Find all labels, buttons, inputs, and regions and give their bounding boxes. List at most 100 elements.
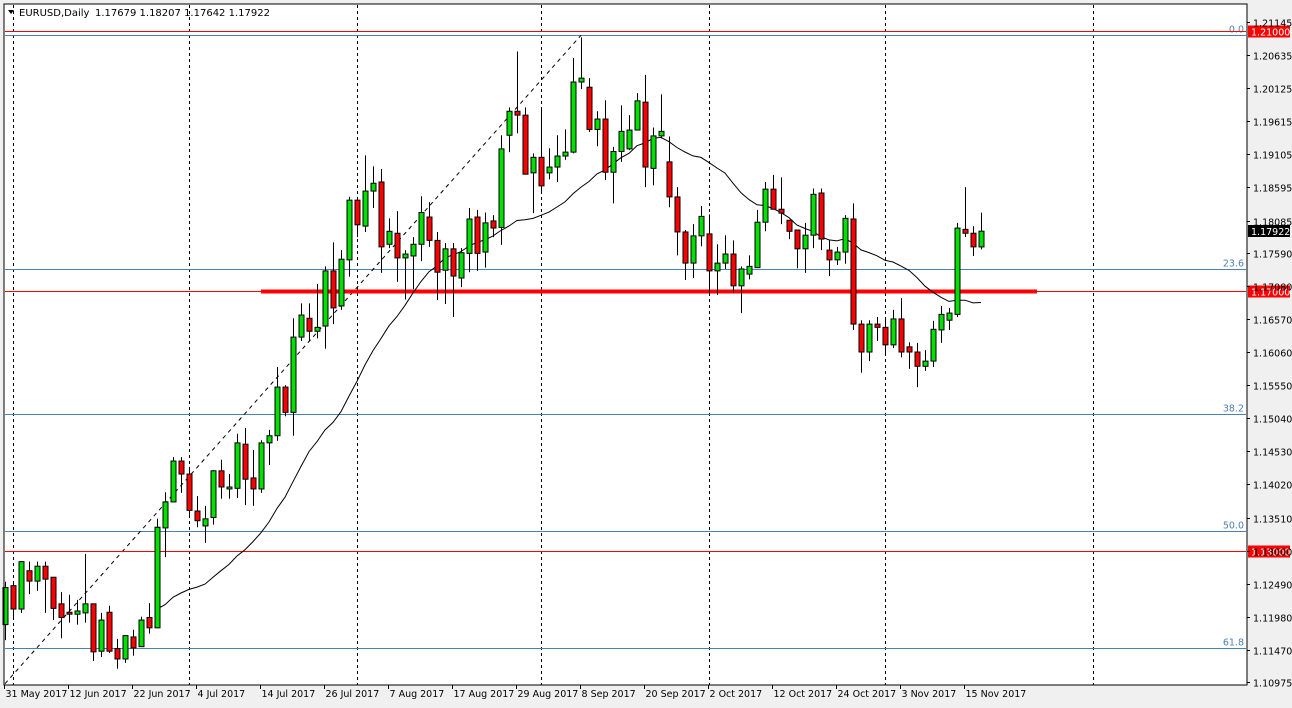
candle-body-bullish [338,258,345,307]
y-tick-label: 1.17080 [1253,283,1292,294]
candle-body-bullish [554,155,561,168]
candle-body-bullish [458,252,465,279]
candle[interactable] [170,457,177,503]
price-chart[interactable]: 0.023.638.250.061.8 1.210001.170001.1300… [0,0,1292,708]
candle-body-bearish [882,326,889,346]
candle[interactable] [522,107,529,175]
x-tick-label: 3 Nov 2017 [902,689,957,700]
candle-body-bearish [10,585,17,610]
candle-body-bullish [594,118,601,130]
x-tick-label: 14 Jul 2017 [262,689,316,700]
candle[interactable] [258,440,265,493]
candle-body-bullish [738,268,745,287]
candle-body-bullish [82,603,89,614]
candle[interactable] [106,605,113,654]
candle-body-bullish [346,199,353,261]
candle-body-bullish [506,110,513,136]
y-tick-label: 1.10975 [1253,679,1292,690]
candle-body-bullish [274,386,281,437]
candle-body-bearish [306,317,313,332]
y-tick-label: 1.21145 [1253,19,1292,30]
candle[interactable] [18,560,25,613]
plot-area[interactable] [4,4,1247,685]
candle-body-bullish [234,442,241,489]
candle-body-bullish [618,130,625,152]
candle-body-bearish [90,603,97,653]
y-tick-label: 1.15550 [1253,382,1292,393]
candle-body-bullish [722,253,729,264]
candle-body-bullish [954,227,961,315]
candle-body-bullish [698,215,705,237]
y-tick-label: 1.14530 [1253,448,1292,459]
candle-body-bullish [466,218,473,254]
candle[interactable] [210,470,217,525]
candle-body-bearish [242,443,249,480]
candle-body-bullish [266,435,273,444]
fib-level-label: 61.8 [1223,638,1244,649]
candle-body-bearish [586,86,593,130]
candle-body-bearish [906,346,913,353]
candle-body-bullish [810,193,817,236]
candle-body-bearish [194,510,201,522]
candle-body-bullish [890,318,897,346]
candle-body-bullish [802,234,809,250]
candle-body-bearish [778,208,785,214]
fib-level-label: 23.6 [1223,259,1244,270]
candle-body-bearish [178,460,185,475]
candle-body-bullish [930,328,937,362]
y-tick-label: 1.15040 [1253,415,1292,426]
candle-body-bullish [258,442,265,490]
candle-body-bearish [970,232,977,248]
y-tick-label: 1.19615 [1253,118,1292,129]
y-tick-label: 1.18595 [1253,184,1292,195]
candle[interactable] [122,635,129,663]
x-tick-label: 20 Sep 2017 [646,689,706,700]
candle[interactable] [282,385,289,417]
candle[interactable] [186,466,193,515]
candle-body-bearish [874,323,881,328]
y-tick-label: 1.20635 [1253,52,1292,63]
x-tick-label: 26 Jul 2017 [326,689,380,700]
candle-body-bearish [770,188,777,210]
candle-body-bearish [426,216,433,241]
candle-body-bullish [746,265,753,275]
candle-body-bullish [34,565,41,582]
y-tick-label: 1.13000 [1253,548,1292,559]
candle-body-bullish [210,470,217,519]
candle-body-bullish [546,166,553,174]
candle-body-bullish [402,253,409,259]
candle[interactable] [154,518,161,629]
candle-body-bullish [634,100,641,131]
candle-body-bullish [978,230,985,248]
candle-body-bearish [50,576,57,609]
symbol-label: EURUSD,Daily [19,8,90,19]
y-tick-label: 1.11470 [1253,647,1292,658]
candle-body-bearish [818,192,825,240]
candle-body-bullish [74,610,81,615]
candle[interactable] [338,250,345,310]
candle-body-bearish [114,648,121,660]
y-tick-label: 1.17590 [1253,250,1292,261]
candle-body-bullish [290,336,297,413]
candle-body-bullish [530,156,537,174]
candle-body-bearish [706,233,713,272]
x-tick-label: 24 Oct 2017 [838,689,897,700]
candle[interactable] [850,203,857,330]
candle-body-bearish [42,565,49,580]
candle-body-bullish [362,190,369,227]
y-tick-label: 1.16570 [1253,316,1292,327]
y-tick-label: 1.14020 [1253,481,1292,492]
candle-body-bullish [162,501,169,529]
candle[interactable] [954,222,961,317]
candle[interactable] [138,616,145,648]
candle-body-bullish [690,235,697,264]
ohlc-readout: 1.17679 1.18207 1.17642 1.17922 [95,8,270,19]
candle[interactable] [234,433,241,499]
candle-body-bullish [314,326,321,332]
candle-body-bearish [218,470,225,488]
current-price-label: 1.17922 [1251,227,1290,238]
candle-body-bearish [794,229,801,250]
y-tick-label: 1.11980 [1253,614,1292,625]
candle-body-bearish [522,114,529,175]
candle-body-bearish [282,386,289,413]
